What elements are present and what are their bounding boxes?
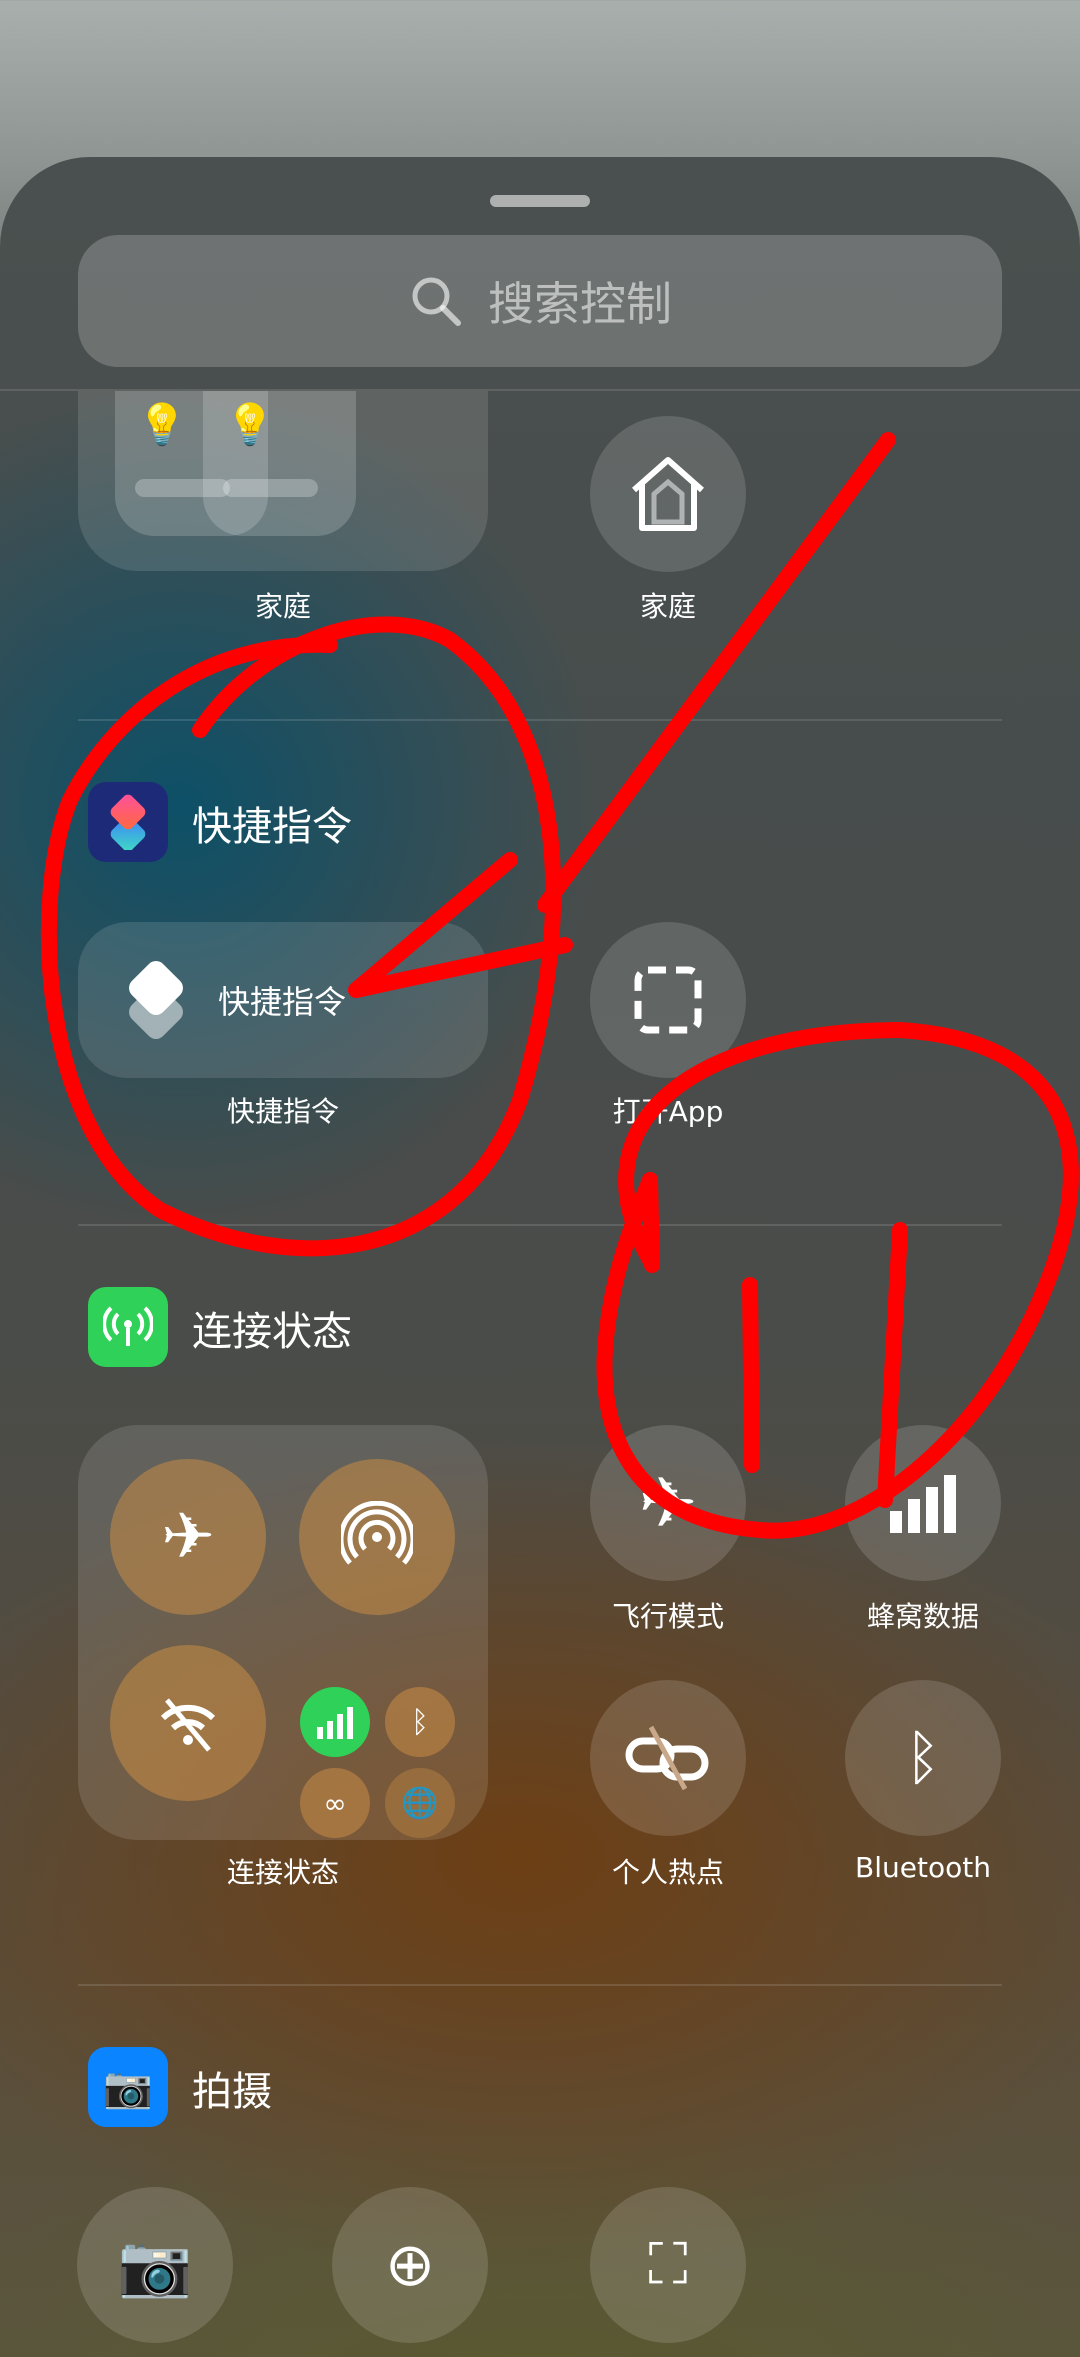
annotation-arrow (348, 432, 896, 998)
annotation-circle-left (40, 616, 562, 1257)
annotation-circle-right (596, 1022, 1079, 1539)
red-annotation-overlay (40, 432, 1079, 1539)
annotation-stroke (877, 1222, 908, 1508)
annotation-stroke (642, 1172, 660, 1273)
annotation-stroke (742, 1277, 760, 1473)
